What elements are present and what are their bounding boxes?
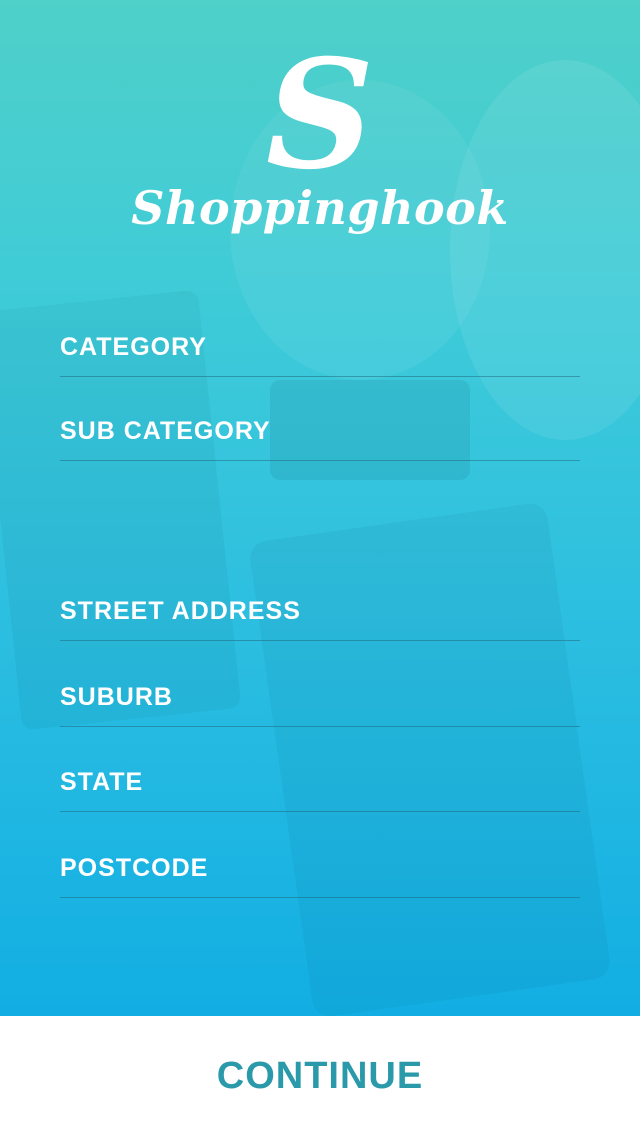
photo-shape [248, 501, 612, 1016]
logo-wordmark: Shoppinghook [131, 181, 509, 235]
suburb-field[interactable]: SUBURB [60, 683, 580, 727]
app-logo: S Shoppinghook [0, 40, 640, 234]
category-field[interactable]: CATEGORY [60, 333, 580, 377]
footer-bar: CONTINUE [0, 1016, 640, 1136]
postcode-field[interactable]: POSTCODE [60, 854, 580, 898]
postcode-label: POSTCODE [60, 854, 209, 882]
suburb-label: SUBURB [60, 683, 173, 711]
continue-button[interactable]: CONTINUE [217, 1055, 423, 1098]
street-address-field[interactable]: STREET ADDRESS [60, 597, 580, 641]
category-label: CATEGORY [60, 333, 207, 361]
street-address-label: STREET ADDRESS [60, 597, 301, 625]
state-field[interactable]: STATE [60, 768, 580, 812]
logo-mark: S [265, 27, 375, 203]
sub-category-label: SUB CATEGORY [60, 417, 271, 445]
state-label: STATE [60, 768, 144, 796]
sub-category-field[interactable]: SUB CATEGORY [60, 417, 580, 461]
